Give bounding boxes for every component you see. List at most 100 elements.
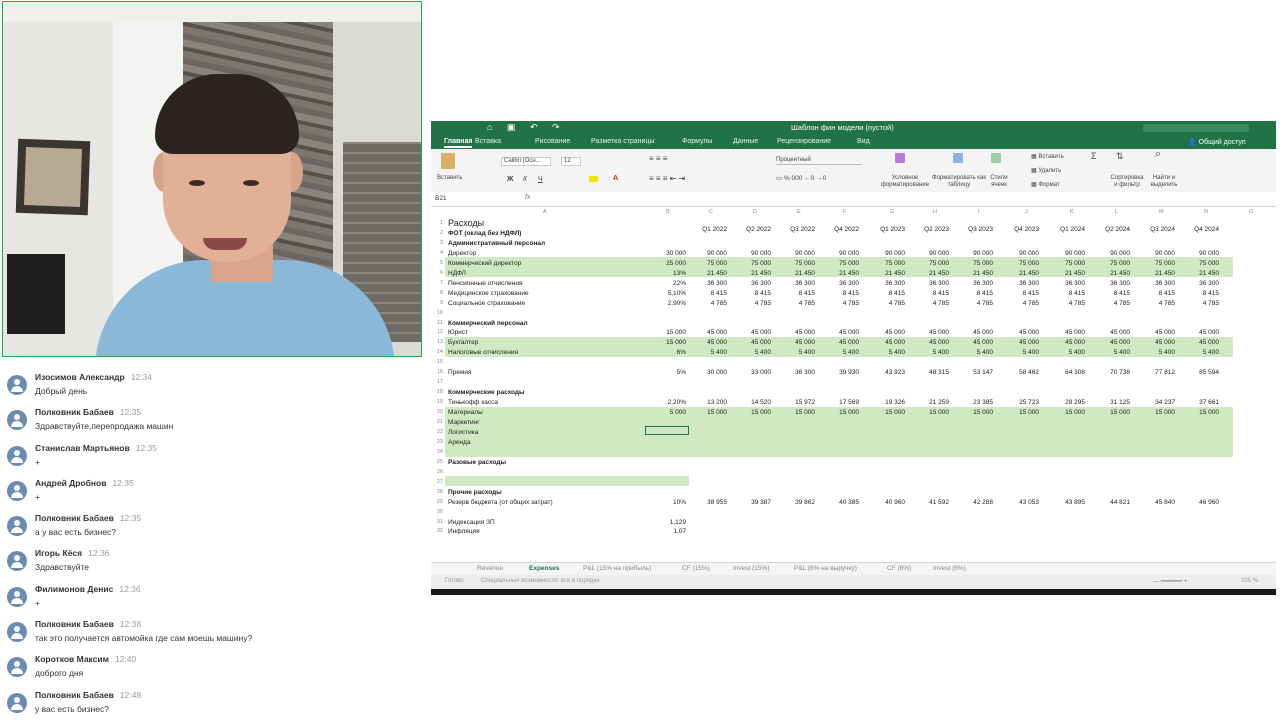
row-number[interactable]: 6 xyxy=(431,270,443,276)
cell-value[interactable]: 90 000 xyxy=(821,250,859,257)
cell-value[interactable]: 8 415 xyxy=(733,290,771,297)
cell-value[interactable]: 21 450 xyxy=(1181,270,1219,277)
row-number[interactable]: 27 xyxy=(431,479,443,485)
cell-b[interactable]: 1,07 xyxy=(645,528,686,535)
ribbon-tab[interactable]: Рисование xyxy=(535,138,570,145)
column-header[interactable]: H xyxy=(933,209,937,215)
cell-value[interactable]: 36 300 xyxy=(1001,280,1039,287)
cell-value[interactable]: 45 000 xyxy=(955,339,993,346)
cell-value[interactable]: 4 785 xyxy=(1001,300,1039,307)
cell-value[interactable]: 5 400 xyxy=(1181,349,1219,356)
cell-value[interactable]: 45 840 xyxy=(1137,499,1175,506)
row-label[interactable]: Социальное страхование xyxy=(448,300,525,307)
cell-value[interactable]: 4 785 xyxy=(955,300,993,307)
delete-cells-button[interactable]: ▦ Удалить xyxy=(1031,168,1061,175)
cell-value[interactable]: 15 000 xyxy=(1181,409,1219,416)
cell-value[interactable]: 39 930 xyxy=(821,369,859,376)
cell-value[interactable]: 8 415 xyxy=(689,290,727,297)
row-label[interactable]: Расходы xyxy=(448,218,484,228)
cell-value[interactable]: 4 785 xyxy=(911,300,949,307)
ribbon-tab[interactable]: Рецензирование xyxy=(777,138,831,145)
avatar-icon[interactable] xyxy=(7,586,27,607)
cell-value[interactable]: 17 569 xyxy=(821,399,859,406)
ribbon-tab[interactable]: Главная xyxy=(444,138,473,148)
align-icons[interactable]: ≡ ≡ ≡ xyxy=(649,155,667,163)
cell-value[interactable]: 42 288 xyxy=(955,499,993,506)
cell-value[interactable]: 15 000 xyxy=(955,409,993,416)
column-header[interactable]: F xyxy=(843,209,846,215)
cell-value[interactable]: 75 000 xyxy=(955,260,993,267)
cell-b[interactable]: 5 000 xyxy=(645,409,686,416)
cell-value[interactable]: 75 000 xyxy=(733,260,771,267)
row-label[interactable]: Инфляция xyxy=(448,528,480,535)
cell-value[interactable]: 15 000 xyxy=(1047,409,1085,416)
row-number[interactable]: 18 xyxy=(431,389,443,395)
cell-value[interactable]: 36 300 xyxy=(733,280,771,287)
cell-value[interactable]: 21 450 xyxy=(1137,270,1175,277)
cell-value[interactable]: 45 000 xyxy=(911,339,949,346)
row-number[interactable]: 21 xyxy=(431,419,443,425)
sort-filter-button[interactable]: Сортировка и фильтр xyxy=(1109,175,1145,189)
cell-value[interactable]: 36 300 xyxy=(867,280,905,287)
cell-value[interactable]: 75 000 xyxy=(911,260,949,267)
cell-value[interactable]: 36 300 xyxy=(1092,280,1130,287)
cell-value[interactable]: 15 000 xyxy=(867,409,905,416)
fx-label[interactable]: fx xyxy=(525,194,530,201)
cell-value[interactable]: 70 738 xyxy=(1092,369,1130,376)
column-header[interactable]: E xyxy=(797,209,801,215)
cell-b[interactable]: 15 000 xyxy=(645,339,686,346)
cell-value[interactable]: 5 400 xyxy=(1047,349,1085,356)
conditional-format-button[interactable]: Условное форматирование xyxy=(877,175,933,189)
cell-styles-icon[interactable] xyxy=(991,153,1001,163)
row-number[interactable]: 17 xyxy=(431,379,443,385)
avatar-icon[interactable] xyxy=(7,410,27,431)
row-label[interactable]: Коммерческий персонал xyxy=(448,320,528,327)
cell-value[interactable]: 45 000 xyxy=(1181,339,1219,346)
cell-value[interactable]: 4 785 xyxy=(689,300,727,307)
column-header[interactable]: O xyxy=(1249,209,1253,215)
cell-value[interactable]: 30 000 xyxy=(689,369,727,376)
cell-b[interactable]: 5% xyxy=(645,369,686,376)
sender-name[interactable]: Игорь Кёся xyxy=(35,548,82,558)
column-header[interactable]: M xyxy=(1159,209,1164,215)
cell-value[interactable]: 28 295 xyxy=(1047,399,1085,406)
avatar-icon[interactable] xyxy=(7,657,27,678)
sheet-tab[interactable]: Invest (15%) xyxy=(733,565,770,572)
cell-value[interactable]: 45 000 xyxy=(733,339,771,346)
quick-access-icons[interactable]: ⌂ ▣ ↶ ↷ xyxy=(487,122,566,133)
row-number[interactable]: 19 xyxy=(431,399,443,405)
cell-value[interactable]: 15 000 xyxy=(1001,409,1039,416)
sheet-tab[interactable]: CF (6%) xyxy=(887,565,911,572)
column-header[interactable]: I xyxy=(978,209,980,215)
cell-value[interactable]: 15 972 xyxy=(777,399,815,406)
cell-b[interactable]: 2,20% xyxy=(645,399,686,406)
cell-value[interactable]: 75 000 xyxy=(821,260,859,267)
cell-value[interactable]: 21 450 xyxy=(1001,270,1039,277)
sort-filter-icon[interactable]: ⇅ xyxy=(1116,152,1124,161)
row-label[interactable]: Коммерческий директор xyxy=(448,260,521,267)
share-button[interactable]: 👤 Общий доступ xyxy=(1188,138,1246,146)
cell-value[interactable]: 90 000 xyxy=(1181,250,1219,257)
cell-value[interactable]: 90 000 xyxy=(1092,250,1130,257)
sheet-tab[interactable]: P&L (6% на выручку) xyxy=(794,565,857,572)
row-number[interactable]: 22 xyxy=(431,429,443,435)
cell-value[interactable]: 21 450 xyxy=(733,270,771,277)
column-header[interactable]: J xyxy=(1025,209,1028,215)
cell-value[interactable]: 53 147 xyxy=(955,369,993,376)
sender-name[interactable]: Изосимов Александр xyxy=(35,372,125,382)
cell-value[interactable]: 21 450 xyxy=(867,270,905,277)
ribbon-tab[interactable]: Данные xyxy=(733,138,758,145)
insert-cells-button[interactable]: ▦ Вставить xyxy=(1031,154,1064,161)
row-label[interactable]: Юрист xyxy=(448,329,468,336)
row-number[interactable]: 25 xyxy=(431,459,443,465)
cell-value[interactable]: 8 415 xyxy=(821,290,859,297)
fill-color-icon[interactable] xyxy=(589,176,598,182)
cell-b[interactable]: 30 000 xyxy=(645,250,686,257)
cell-value[interactable]: 45 000 xyxy=(1001,339,1039,346)
cell-styles-button[interactable]: Стили ячеек xyxy=(987,175,1011,189)
cell-value[interactable]: 36 300 xyxy=(1181,280,1219,287)
row-label[interactable]: Административный персонал xyxy=(448,240,545,247)
cell-value[interactable]: 43 923 xyxy=(867,369,905,376)
row-label[interactable]: Материалы xyxy=(448,409,483,416)
cell-value[interactable]: 45 000 xyxy=(1047,339,1085,346)
